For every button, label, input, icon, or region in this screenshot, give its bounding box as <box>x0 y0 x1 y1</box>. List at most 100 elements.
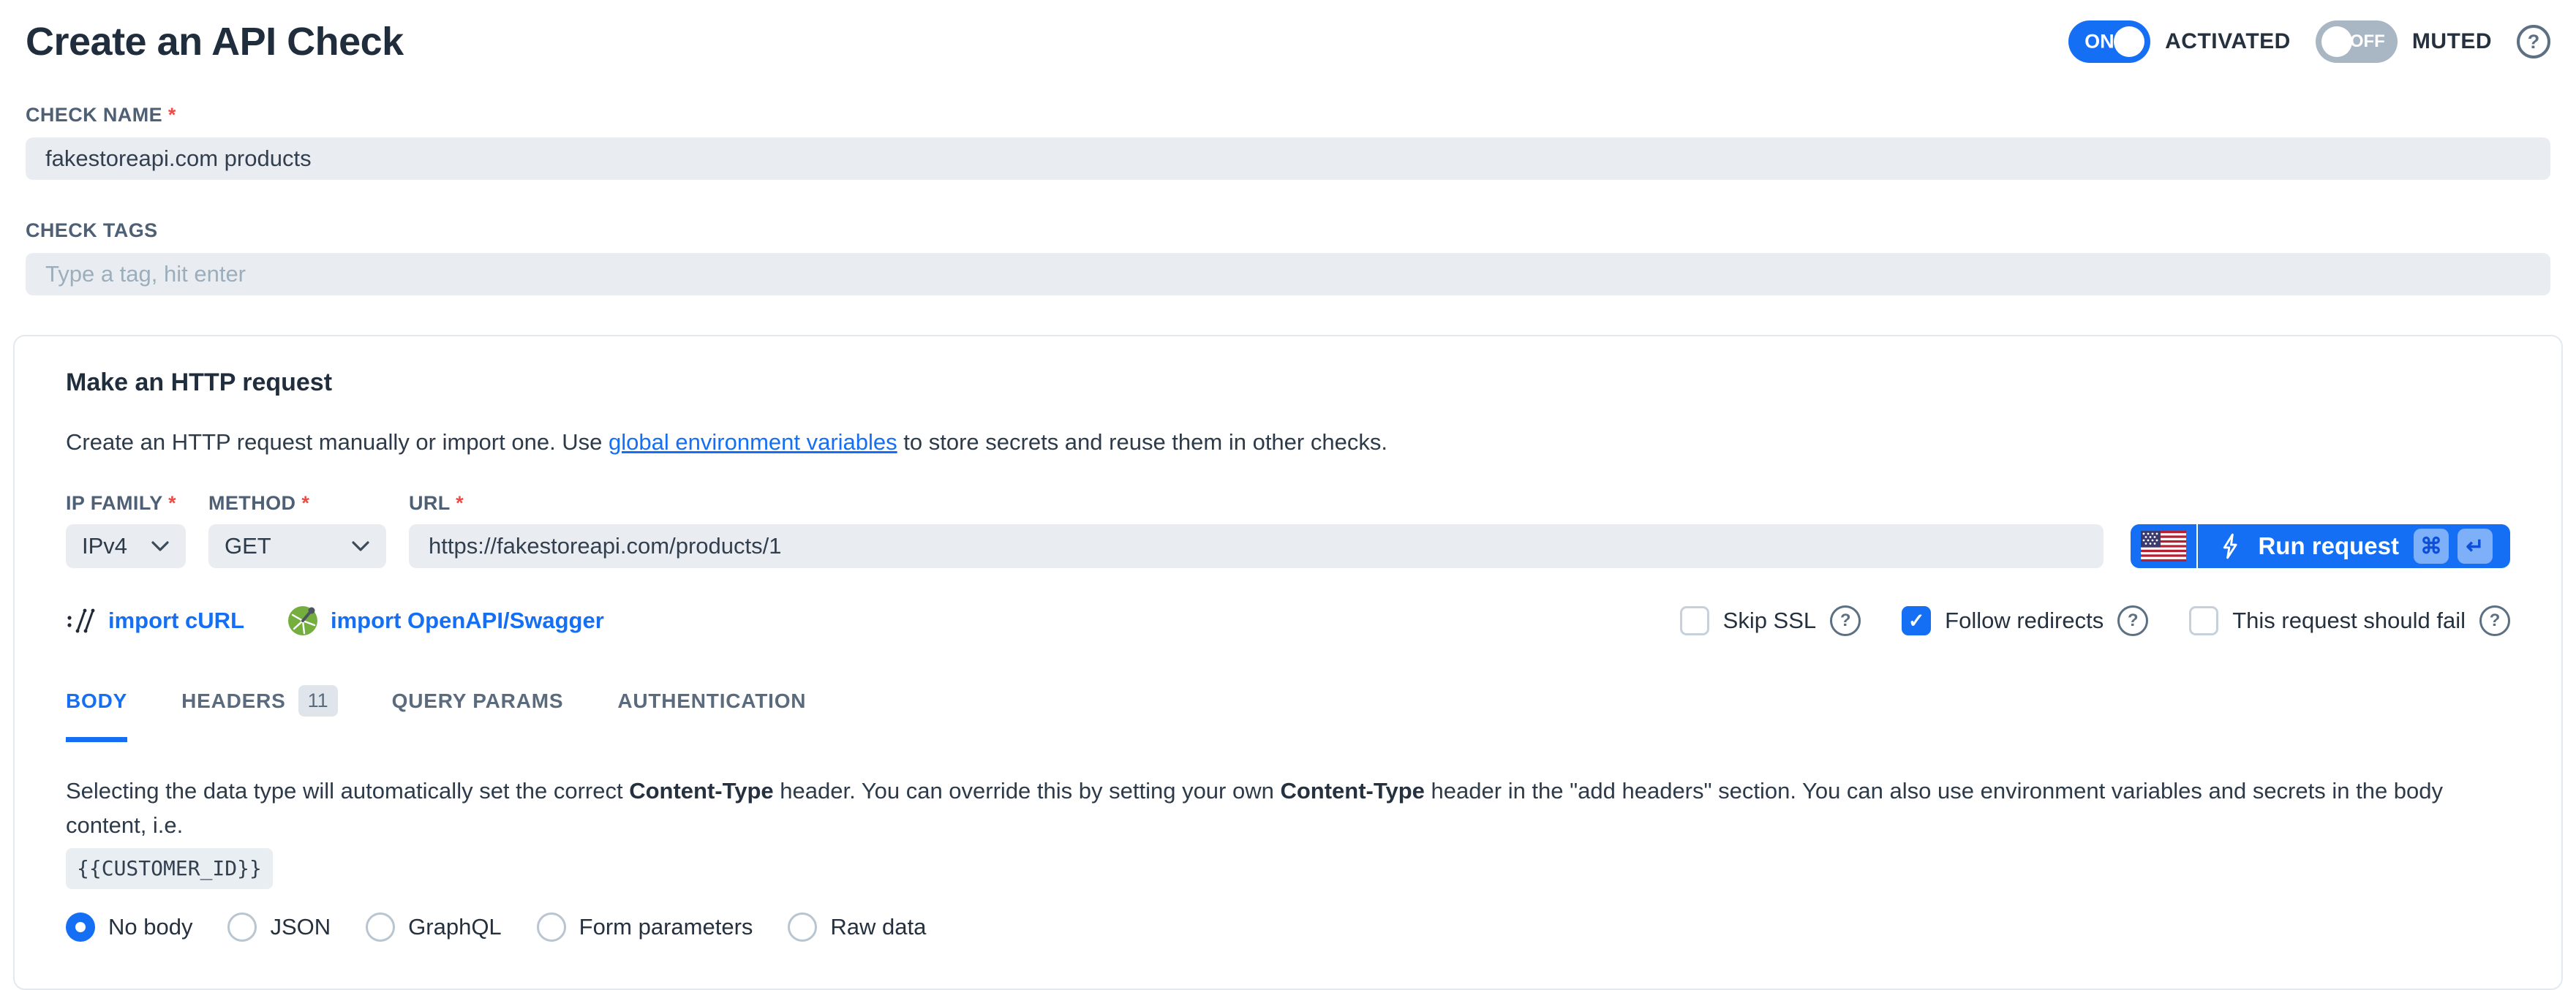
return-key-icon: ↵ <box>2458 529 2493 564</box>
note-text: header. You can override this by setting… <box>774 778 1281 804</box>
tab-authentication-label: AUTHENTICATION <box>617 689 806 713</box>
radio-json[interactable]: JSON <box>227 912 331 942</box>
import-curl-link[interactable]: import cURL <box>66 605 244 636</box>
radio-button[interactable] <box>537 912 566 942</box>
ip-family-value: IPv4 <box>82 533 127 559</box>
radio-raw-data[interactable]: Raw data <box>788 912 926 942</box>
intro-text-after: to store secrets and reuse them in other… <box>897 429 1387 455</box>
url-label: URL * <box>409 492 2104 515</box>
method-label-text: METHOD <box>208 492 295 514</box>
tab-body[interactable]: BODY <box>66 685 127 742</box>
muted-toggle[interactable]: OFF <box>2316 20 2398 63</box>
check-name-field: CHECK NAME * <box>26 104 2550 180</box>
muted-toggle-state: OFF <box>2350 31 2385 52</box>
note-text: Selecting the data type will automatical… <box>66 778 629 804</box>
radio-graphql[interactable]: GraphQL <box>366 912 502 942</box>
tab-headers[interactable]: HEADERS 11 <box>181 685 338 742</box>
check-name-input[interactable] <box>26 137 2550 180</box>
radio-button[interactable] <box>66 912 95 942</box>
check-tags-label: CHECK TAGS <box>26 219 2550 242</box>
required-asterisk: * <box>456 492 464 514</box>
headers-count-badge: 11 <box>298 685 338 717</box>
request-row: IP FAMILY * IPv4 METHOD * GET <box>66 492 2510 568</box>
tab-body-label: BODY <box>66 689 127 713</box>
skip-ssl-option: Skip SSL ? <box>1680 605 1861 636</box>
required-asterisk: * <box>168 492 176 514</box>
method-select[interactable]: GET <box>208 524 386 568</box>
radio-form-parameters-label: Form parameters <box>579 914 753 940</box>
request-options-row: import cURL import OpenAP <box>66 605 2510 637</box>
radio-raw-data-label: Raw data <box>830 914 926 940</box>
header-toggles: ON ACTIVATED OFF MUTED ? <box>2068 20 2550 63</box>
card-intro: Create an HTTP request manually or impor… <box>66 429 2510 456</box>
request-should-fail-checkbox[interactable] <box>2189 606 2218 635</box>
radio-graphql-label: GraphQL <box>408 914 502 940</box>
url-input[interactable] <box>409 524 2104 568</box>
radio-json-label: JSON <box>270 914 331 940</box>
follow-redirects-option: ✓ Follow redirects ? <box>1902 605 2148 636</box>
check-name-label-text: CHECK NAME <box>26 104 162 126</box>
body-type-radios: No body JSON GraphQL Form parameters Raw… <box>66 912 2510 942</box>
customer-id-code-chip: {{CUSTOMER_ID}} <box>66 848 273 889</box>
radio-no-body[interactable]: No body <box>66 912 192 942</box>
activated-label: ACTIVATED <box>2165 29 2291 54</box>
request-checkboxes: Skip SSL ? ✓ Follow redirects ? This req… <box>1680 605 2510 636</box>
card-title: Make an HTTP request <box>66 369 2510 397</box>
import-openapi-label: import OpenAPI/Swagger <box>331 608 604 634</box>
import-curl-label: import cURL <box>108 608 244 634</box>
skip-ssl-checkbox[interactable] <box>1680 606 1709 635</box>
check-tags-input[interactable] <box>26 253 2550 295</box>
create-api-check-page: Create an API Check ON ACTIVATED OFF MUT… <box>0 0 2576 990</box>
us-flag-icon <box>2141 531 2186 562</box>
checkmark-icon: ✓ <box>1908 610 1925 632</box>
radio-button[interactable] <box>788 912 817 942</box>
curl-icon <box>66 605 97 636</box>
radio-form-parameters[interactable]: Form parameters <box>537 912 753 942</box>
request-tabs: BODY HEADERS 11 QUERY PARAMS AUTHENTICAT… <box>66 685 2510 742</box>
check-tags-field: CHECK TAGS <box>26 219 2550 295</box>
follow-redirects-label: Follow redirects <box>1945 608 2104 634</box>
intro-text-before: Create an HTTP request manually or impor… <box>66 429 609 455</box>
ip-family-column: IP FAMILY * IPv4 <box>66 492 186 568</box>
run-request-button[interactable]: Run request ⌘ ↵ <box>2198 524 2510 568</box>
help-icon[interactable]: ? <box>2117 605 2148 636</box>
chevron-down-icon <box>151 540 170 553</box>
tab-authentication[interactable]: AUTHENTICATION <box>617 685 806 742</box>
ip-family-select[interactable]: IPv4 <box>66 524 186 568</box>
ip-family-label-text: IP FAMILY <box>66 492 162 514</box>
run-request-group: Run request ⌘ ↵ <box>2131 524 2510 568</box>
radio-button[interactable] <box>366 912 395 942</box>
check-name-label: CHECK NAME * <box>26 104 2550 126</box>
http-request-card: Make an HTTP request Create an HTTP requ… <box>13 335 2563 990</box>
command-key-icon: ⌘ <box>2414 529 2449 564</box>
tab-headers-label: HEADERS <box>181 689 286 713</box>
help-icon[interactable]: ? <box>1830 605 1861 636</box>
run-location-flag-button[interactable] <box>2131 524 2198 568</box>
lightning-bolt-icon <box>2217 532 2245 560</box>
chevron-down-icon <box>351 540 370 553</box>
help-icon[interactable]: ? <box>2517 25 2550 58</box>
method-column: METHOD * GET <box>208 492 386 568</box>
toggle-knob <box>2114 26 2144 57</box>
tab-query-params[interactable]: QUERY PARAMS <box>392 685 564 742</box>
import-openapi-link[interactable]: import OpenAPI/Swagger <box>287 605 604 637</box>
swagger-icon <box>287 605 319 637</box>
toggle-knob <box>2321 26 2352 57</box>
content-type-bold: Content-Type <box>629 778 773 804</box>
global-env-vars-link[interactable]: global environment variables <box>609 429 897 455</box>
page-header: Create an API Check ON ACTIVATED OFF MUT… <box>26 19 2550 64</box>
help-icon[interactable]: ? <box>2479 605 2510 636</box>
tab-query-params-label: QUERY PARAMS <box>392 689 564 713</box>
request-should-fail-option: This request should fail ? <box>2189 605 2510 636</box>
method-value: GET <box>225 533 271 559</box>
muted-label: MUTED <box>2412 29 2492 54</box>
required-asterisk: * <box>301 492 309 514</box>
radio-no-body-label: No body <box>108 914 192 940</box>
radio-button[interactable] <box>227 912 257 942</box>
follow-redirects-checkbox[interactable]: ✓ <box>1902 606 1931 635</box>
required-asterisk: * <box>168 104 176 126</box>
activated-toggle[interactable]: ON <box>2068 20 2150 63</box>
skip-ssl-label: Skip SSL <box>1723 608 1817 634</box>
ip-family-label: IP FAMILY * <box>66 492 186 515</box>
run-request-label: Run request <box>2258 532 2399 560</box>
